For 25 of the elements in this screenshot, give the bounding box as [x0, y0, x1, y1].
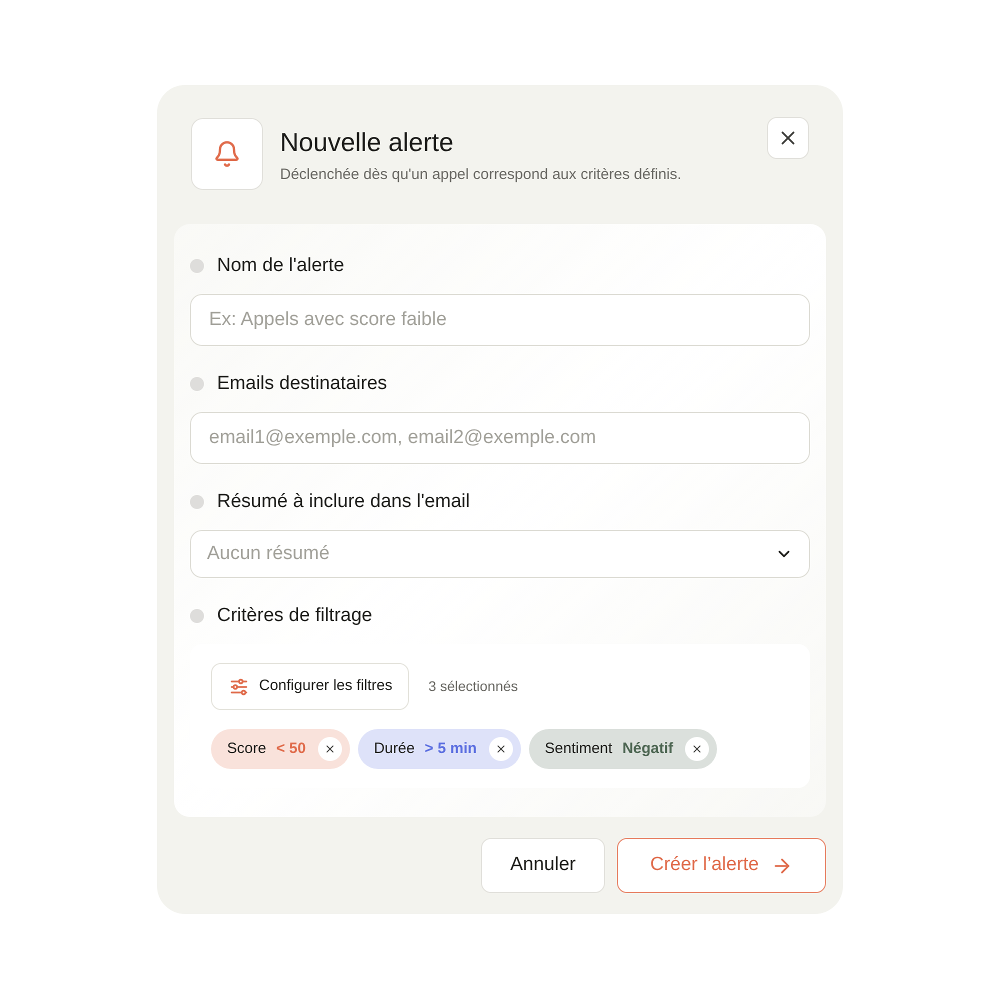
dialog-title: Nouvelle alerte	[280, 127, 454, 157]
dialog-subtitle: Déclenchée dès qu'un appel correspond aux critères définis.	[280, 165, 682, 185]
chip-label: Score	[227, 738, 266, 759]
chip-value: < 50	[276, 738, 306, 759]
chip-label: Durée	[374, 738, 415, 759]
selected-count: 3 sélectionnés	[428, 677, 518, 696]
remove-filter-button[interactable]	[488, 737, 513, 761]
remove-filter-button[interactable]	[685, 737, 710, 761]
field-label: Critères de filtrage	[217, 604, 372, 628]
close-icon	[691, 743, 704, 755]
field-label: Emails destinataires	[217, 372, 388, 396]
field-label: Nom de l'alerte	[217, 254, 344, 278]
chip-value: > 5 min	[424, 738, 477, 759]
configure-filters-button[interactable]: Configurer les filtres	[211, 663, 410, 710]
chip-value: Négatif	[622, 738, 674, 759]
text-input-field[interactable]: Ex: Appels avec score faible	[190, 294, 810, 346]
bell-icon	[191, 118, 263, 190]
chip-label: Sentiment	[544, 738, 612, 759]
cancel-button[interactable]: Annuler	[481, 838, 605, 893]
field-label: Résumé à inclure dans l'email	[217, 490, 470, 514]
text-input-field[interactable]: email1@exemple.com, email2@exemple.com	[190, 412, 810, 464]
close-button[interactable]	[767, 117, 809, 159]
close-icon	[324, 743, 336, 755]
remove-filter-button[interactable]	[318, 737, 342, 761]
close-icon	[494, 743, 507, 755]
